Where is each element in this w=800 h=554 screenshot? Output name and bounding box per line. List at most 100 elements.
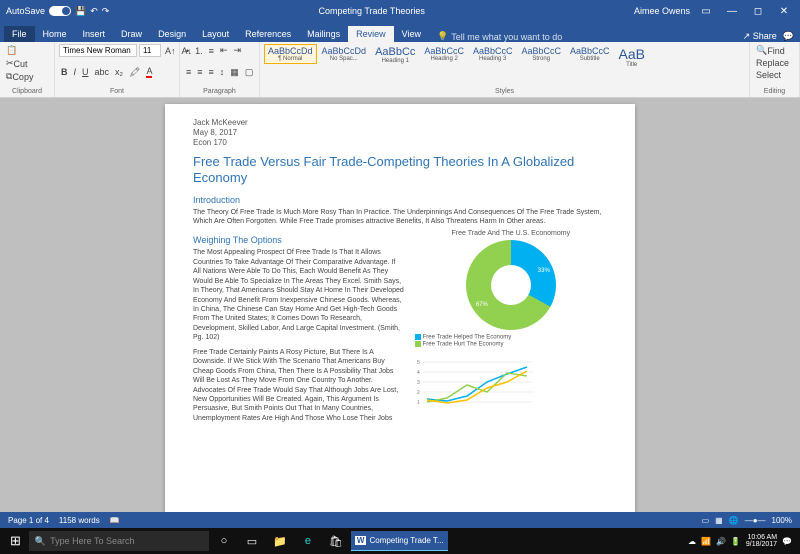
svg-text:3: 3 — [417, 380, 420, 386]
tab-design[interactable]: Design — [150, 26, 194, 42]
redo-icon[interactable]: ↷ — [102, 6, 110, 17]
store-icon[interactable]: 🛍 — [323, 531, 349, 551]
donut-label-33: 33% — [538, 268, 550, 274]
svg-text:4: 4 — [417, 370, 420, 376]
paste-button[interactable]: 📋 — [4, 44, 50, 57]
explorer-icon[interactable]: 📁 — [267, 531, 293, 551]
align-center-button[interactable]: ≡ — [195, 66, 204, 78]
style-heading3[interactable]: AaBbCcCHeading 3 — [469, 44, 517, 64]
lightbulb-icon: 💡 — [437, 31, 448, 42]
cut-button[interactable]: ✂ Cut — [4, 57, 50, 70]
style-subtitle[interactable]: AaBbCcCSubtitle — [566, 44, 614, 64]
borders-button[interactable]: ▢ — [243, 66, 256, 79]
numbering-button[interactable]: 1. — [193, 45, 205, 57]
style-heading2[interactable]: AaBbCcCHeading 2 — [420, 44, 468, 64]
word-taskbar-item[interactable]: WCompeting Trade T... — [351, 531, 448, 551]
underline-button[interactable]: U — [80, 66, 91, 78]
spell-check-icon[interactable]: 📖 — [110, 516, 120, 525]
taskbar-search[interactable]: 🔍 Type Here To Search — [29, 531, 209, 551]
share-button[interactable]: ↗ Share — [743, 31, 777, 42]
replace-button[interactable]: Replace — [754, 57, 795, 69]
line-spacing-button[interactable]: ↕ — [218, 66, 227, 78]
document-canvas[interactable]: Jack McKeever May 8, 2017 Econ 170 Free … — [0, 98, 800, 512]
decrease-indent-button[interactable]: ⇤ — [218, 44, 230, 57]
style-strong[interactable]: AaBbCcCStrong — [517, 44, 565, 64]
increase-font-icon[interactable]: A↑ — [163, 45, 178, 57]
style-normal[interactable]: AaBbCcDd¶ Normal — [264, 44, 317, 64]
maximize-button[interactable]: ◻ — [748, 3, 768, 19]
edge-icon[interactable]: e — [295, 531, 321, 551]
paragraph-group-label: Paragraph — [184, 87, 255, 95]
align-right-button[interactable]: ≡ — [207, 66, 216, 78]
tab-home[interactable]: Home — [35, 26, 75, 42]
select-button[interactable]: Select — [754, 69, 795, 81]
style-nospacing[interactable]: AaBbCcDdNo Spac... — [318, 44, 371, 64]
action-center-icon[interactable]: 💬 — [782, 537, 792, 546]
bold-button[interactable]: B — [59, 66, 70, 78]
autosave-toggle[interactable] — [49, 6, 71, 16]
tell-me-search[interactable]: 💡 Tell me what you want to do — [437, 31, 562, 42]
italic-button[interactable]: I — [72, 66, 79, 78]
ribbon-options-icon[interactable]: ▭ — [696, 3, 716, 19]
tab-mailings[interactable]: Mailings — [299, 26, 348, 42]
strikethrough-button[interactable]: abc — [93, 66, 112, 78]
increase-indent-button[interactable]: ⇥ — [231, 44, 243, 57]
status-bar: Page 1 of 4 1158 words 📖 ▭ ▦ 🌐 —●— 100% — [0, 512, 800, 528]
tab-view[interactable]: View — [394, 26, 429, 42]
tray-volume-icon[interactable]: 🔊 — [716, 537, 726, 546]
intro-paragraph: The Theory Of Free Trade Is Much More Ro… — [193, 208, 607, 227]
bullets-button[interactable]: • — [184, 45, 191, 57]
task-view-icon[interactable]: ▭ — [239, 531, 265, 551]
styles-gallery[interactable]: AaBbCcDd¶ Normal AaBbCcDdNo Spac... AaBb… — [264, 44, 745, 70]
style-title[interactable]: AaBTitle — [614, 44, 648, 70]
section-weighing-heading: Weighing The Options — [193, 235, 405, 245]
page-indicator[interactable]: Page 1 of 4 — [8, 516, 49, 525]
tab-references[interactable]: References — [237, 26, 299, 42]
donut-chart: 33% 67% — [466, 240, 556, 330]
system-clock[interactable]: 10:06 AM 9/18/2017 — [746, 534, 777, 548]
minimize-button[interactable]: — — [722, 3, 742, 19]
tab-layout[interactable]: Layout — [194, 26, 237, 42]
multilevel-button[interactable]: ≡ — [207, 45, 216, 57]
align-left-button[interactable]: ≡ — [184, 66, 193, 78]
style-heading1[interactable]: AaBbCcHeading 1 — [371, 44, 419, 66]
find-button[interactable]: 🔍 Find — [754, 44, 795, 57]
save-icon[interactable]: 💾 — [75, 6, 86, 17]
font-color-button[interactable]: A — [144, 65, 154, 79]
cortana-icon[interactable]: ○ — [211, 531, 237, 551]
undo-icon[interactable]: ↶ — [90, 6, 98, 17]
tray-network-icon[interactable]: 📶 — [701, 537, 711, 546]
comments-icon[interactable]: 💬 — [783, 31, 794, 42]
start-button[interactable]: ⊞ — [4, 533, 27, 549]
zoom-slider[interactable]: —●— — [745, 516, 766, 525]
tab-draw[interactable]: Draw — [113, 26, 150, 42]
shading-button[interactable]: ▦ — [228, 66, 241, 79]
highlight-button[interactable]: 🖍 — [127, 66, 142, 79]
paragraph-2: Free Trade Certainly Paints A Rosy Pictu… — [193, 348, 405, 424]
windows-taskbar: ⊞ 🔍 Type Here To Search ○ ▭ 📁 e 🛍 WCompe… — [0, 528, 800, 554]
word-count[interactable]: 1158 words — [59, 516, 100, 525]
font-name-input[interactable] — [59, 44, 137, 57]
chart-legend: Free Trade Helped The Economy Free Trade… — [415, 334, 607, 347]
page[interactable]: Jack McKeever May 8, 2017 Econ 170 Free … — [165, 104, 635, 512]
svg-text:5: 5 — [417, 360, 420, 366]
user-name[interactable]: Aimee Owens — [634, 6, 690, 16]
tab-review[interactable]: Review — [348, 26, 394, 42]
read-mode-icon[interactable]: ▭ — [702, 516, 710, 525]
title-bar: AutoSave 💾 ↶ ↷ Competing Trade Theories … — [0, 0, 800, 22]
subscript-button[interactable]: x₂ — [113, 66, 125, 78]
print-layout-icon[interactable]: ▦ — [715, 516, 723, 525]
donut-chart-title: Free Trade And The U.S. Economomy — [415, 230, 607, 237]
web-layout-icon[interactable]: 🌐 — [729, 516, 739, 525]
tray-onedrive-icon[interactable]: ☁ — [688, 537, 696, 546]
section-intro-heading: Introduction — [193, 195, 607, 205]
tray-battery-icon[interactable]: 🔋 — [731, 537, 741, 546]
font-size-input[interactable] — [139, 44, 161, 57]
tab-insert[interactable]: Insert — [75, 26, 114, 42]
search-icon: 🔍 — [35, 536, 46, 547]
autosave-label: AutoSave — [6, 6, 45, 16]
tab-file[interactable]: File — [4, 26, 35, 42]
zoom-level[interactable]: 100% — [772, 516, 792, 525]
copy-button[interactable]: ⧉ Copy — [4, 70, 50, 83]
close-button[interactable]: ✕ — [774, 3, 794, 19]
